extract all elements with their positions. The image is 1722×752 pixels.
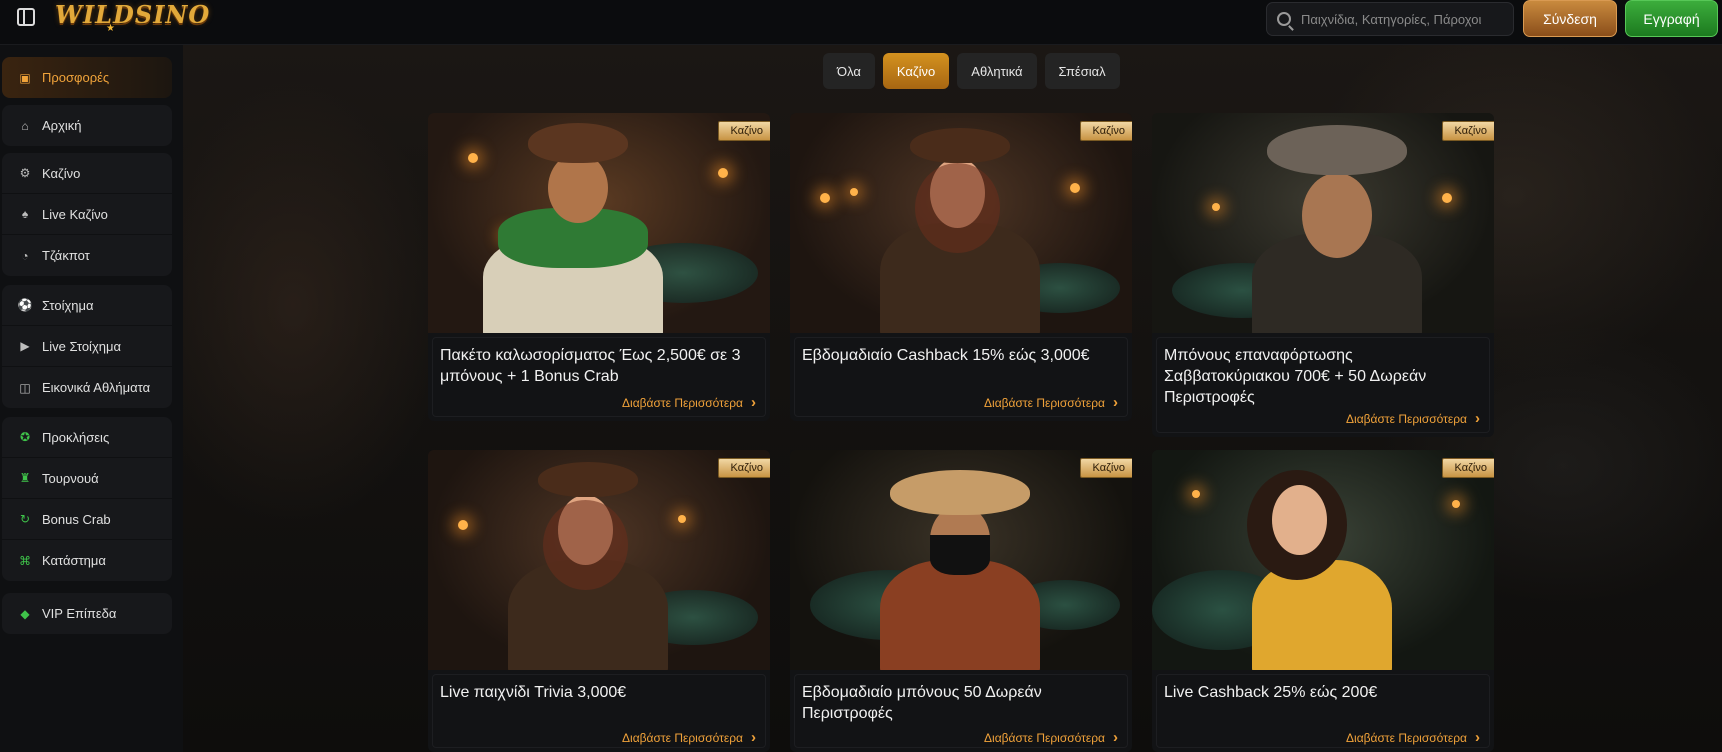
read-more-link[interactable]: Διαβάστε Περισσότερα — [984, 394, 1118, 411]
sidebar-item-label: Live Καζίνο — [42, 206, 108, 222]
category-badge: Καζίνο — [1441, 121, 1494, 141]
sidebar: ▣ Προσφορές ⌂ Αρχική ⚙ Καζίνο ♠ Live Καζ… — [0, 45, 183, 752]
read-more-link[interactable]: Διαβάστε Περισσότερα — [622, 729, 756, 746]
sidebar-item-label: Bonus Crab — [42, 511, 111, 527]
register-button[interactable]: Εγγραφή — [1625, 0, 1718, 37]
sidebar-item-label: Καζίνο — [42, 165, 81, 181]
promo-card-body: Μπόνους επαναφόρτωσης Σαββατοκύριακου 70… — [1152, 333, 1494, 437]
sidebar-group-extras: ✪ Προκλήσεις ♜ Τουρνουά ↻ Bonus Crab ⌘ Κ… — [2, 417, 172, 581]
promo-card[interactable]: Καζίνο Μπόνους επαναφόρτωσης Σαββατοκύρι… — [1152, 113, 1494, 437]
promo-card[interactable]: Καζίνο Live παιχνίδι Trivia 3,000€ Διαβά… — [428, 450, 770, 752]
sidebar-item-live-casino[interactable]: ♠ Live Καζίνο — [2, 194, 172, 235]
sidebar-item-live-betting[interactable]: ▶ Live Στοίχημα — [2, 326, 172, 367]
sidebar-item-virtual-sports[interactable]: ◫ Εικονικά Αθλήματα — [2, 367, 172, 408]
top-header: WILDSINO ★ Σύνδεση Εγγραφή — [0, 0, 1722, 45]
read-more-link[interactable]: Διαβάστε Περισσότερα — [1346, 410, 1480, 427]
filter-casino[interactable]: Καζίνο — [882, 53, 950, 89]
sidebar-item-sports-betting[interactable]: ⚽ Στοίχημα — [2, 285, 172, 326]
promo-image-cowgirl-trivia: Καζίνο — [428, 450, 770, 670]
category-badge: Καζίνο — [717, 458, 770, 478]
category-filters: Όλα Καζίνο Αθλητικά Σπέσιαλ — [823, 53, 1120, 89]
search-icon — [1277, 12, 1291, 26]
sidebar-item-label: Τουρνουά — [42, 470, 99, 486]
search-input[interactable] — [1301, 11, 1511, 27]
shop-icon: ⌘ — [19, 553, 31, 568]
search-bar[interactable] — [1266, 2, 1514, 36]
category-badge: Καζίνο — [1079, 458, 1132, 478]
live-casino-icon: ♠ — [21, 207, 29, 221]
sidebar-item-label: Προκλήσεις — [42, 429, 110, 445]
sidebar-item-label: Κατάστημα — [42, 553, 106, 568]
sidebar-item-label: VIP Επίπεδα — [42, 606, 117, 621]
promo-image-cowboy: Καζίνο — [428, 113, 770, 333]
challenges-icon: ✪ — [19, 430, 31, 444]
category-badge: Καζίνο — [1441, 458, 1494, 478]
promotions-page: Όλα Καζίνο Αθλητικά Σπέσιαλ Καζίνο Πακέτ… — [183, 45, 1722, 752]
sidebar-item-label: Live Στοίχημα — [42, 338, 122, 354]
promo-card[interactable]: Καζίνο Πακέτο καλωσορίσματος Έως 2,500€ … — [428, 113, 770, 421]
category-badge: Καζίνο — [717, 121, 770, 141]
promo-title: Μπόνους επαναφόρτωσης Σαββατοκύριακου 70… — [1164, 347, 1427, 406]
sidebar-group-sports: ⚽ Στοίχημα ▶ Live Στοίχημα ◫ Εικονικά Αθ… — [2, 285, 172, 408]
read-more-link[interactable]: Διαβάστε Περισσότερα — [984, 729, 1118, 746]
promo-title: Πακέτο καλωσορίσματος Έως 2,500€ σε 3 μπ… — [440, 347, 741, 385]
promo-title: Live Cashback 25% εώς 200€ — [1164, 684, 1378, 701]
sidebar-item-label: Εικονικά Αθλήματα — [42, 380, 151, 395]
virtual-sports-icon: ◫ — [19, 380, 31, 395]
category-badge: Καζίνο — [1079, 121, 1132, 141]
promotions-icon: ▣ — [19, 70, 31, 85]
promo-title: Εβδομαδιαίο μπόνους 50 Δωρεάν Περιστροφέ… — [802, 684, 1042, 722]
sidebar-item-vip-levels[interactable]: ◆ VIP Επίπεδα — [2, 593, 172, 634]
sidebar-item-jackpot[interactable]: ◔ Τζάκποτ — [2, 235, 172, 276]
casino-chip-icon: ⚙ — [19, 166, 31, 180]
sidebar-item-label: Αρχική — [42, 118, 82, 133]
crab-icon: ↻ — [19, 512, 31, 526]
promo-image-bandit: Καζίνο — [790, 450, 1132, 670]
sidebar-item-label: Στοίχημα — [42, 297, 94, 313]
sidebar-item-home[interactable]: ⌂ Αρχική — [2, 105, 172, 146]
promo-image-cowgirl: Καζίνο — [790, 113, 1132, 333]
sidebar-group-promotions: ▣ Προσφορές — [2, 57, 172, 98]
sidebar-group-casino: ⚙ Καζίνο ♠ Live Καζίνο ◔ Τζάκποτ — [2, 153, 172, 276]
filter-all[interactable]: Όλα — [823, 53, 875, 89]
login-button[interactable]: Σύνδεση — [1523, 0, 1617, 37]
read-more-link[interactable]: Διαβάστε Περισσότερα — [622, 394, 756, 411]
filter-sports[interactable]: Αθλητικά — [957, 53, 1037, 89]
promo-card[interactable]: Καζίνο Εβδομαδιαίο μπόνους 50 Δωρεάν Περ… — [790, 450, 1132, 752]
promo-image-dealer: Καζίνο — [1152, 450, 1494, 670]
sidebar-item-label: Προσφορές — [42, 70, 110, 85]
soccer-ball-icon: ⚽ — [17, 298, 33, 312]
sidebar-group-home: ⌂ Αρχική — [2, 105, 172, 146]
promo-title: Εβδομαδιαίο Cashback 15% εώς 3,000€ — [802, 347, 1090, 364]
promo-card-body: Εβδομαδιαίο μπόνους 50 Δωρεάν Περιστροφέ… — [790, 670, 1132, 752]
promo-image-gambler: Καζίνο — [1152, 113, 1494, 333]
sidebar-group-vip: ◆ VIP Επίπεδα — [2, 593, 172, 634]
promo-card-body: Εβδομαδιαίο Cashback 15% εώς 3,000€ Διαβ… — [790, 333, 1132, 421]
logo-star-icon: ★ — [106, 23, 115, 34]
promo-card-body: Live παιχνίδι Trivia 3,000€ Διαβάστε Περ… — [428, 670, 770, 752]
jackpot-icon: ◔ — [21, 248, 29, 263]
promo-card[interactable]: Καζίνο Εβδομαδιαίο Cashback 15% εώς 3,00… — [790, 113, 1132, 421]
promo-title: Live παιχνίδι Trivia 3,000€ — [440, 684, 627, 701]
filter-specials[interactable]: Σπέσιαλ — [1044, 53, 1120, 89]
trophy-icon: ♜ — [19, 471, 31, 485]
read-more-link[interactable]: Διαβάστε Περισσότερα — [1346, 729, 1480, 746]
promo-card-body: Πακέτο καλωσορίσματος Έως 2,500€ σε 3 μπ… — [428, 333, 770, 421]
home-icon: ⌂ — [21, 118, 29, 133]
sidebar-item-label: Τζάκποτ — [42, 248, 90, 263]
wildsino-logo[interactable]: WILDSINO — [55, 0, 210, 36]
sidebar-item-promotions[interactable]: ▣ Προσφορές — [2, 57, 172, 98]
promo-card-body: Live Cashback 25% εώς 200€ Διαβάστε Περι… — [1152, 670, 1494, 752]
sidebar-toggle-icon[interactable] — [17, 8, 35, 26]
sidebar-item-challenges[interactable]: ✪ Προκλήσεις — [2, 417, 172, 458]
sidebar-item-casino[interactable]: ⚙ Καζίνο — [2, 153, 172, 194]
sidebar-item-tournaments[interactable]: ♜ Τουρνουά — [2, 458, 172, 499]
live-betting-icon: ▶ — [20, 339, 30, 353]
promo-card[interactable]: Καζίνο Live Cashback 25% εώς 200€ Διαβάσ… — [1152, 450, 1494, 752]
sidebar-item-bonus-crab[interactable]: ↻ Bonus Crab — [2, 499, 172, 540]
sidebar-item-shop[interactable]: ⌘ Κατάστημα — [2, 540, 172, 581]
diamond-icon: ◆ — [20, 606, 30, 621]
